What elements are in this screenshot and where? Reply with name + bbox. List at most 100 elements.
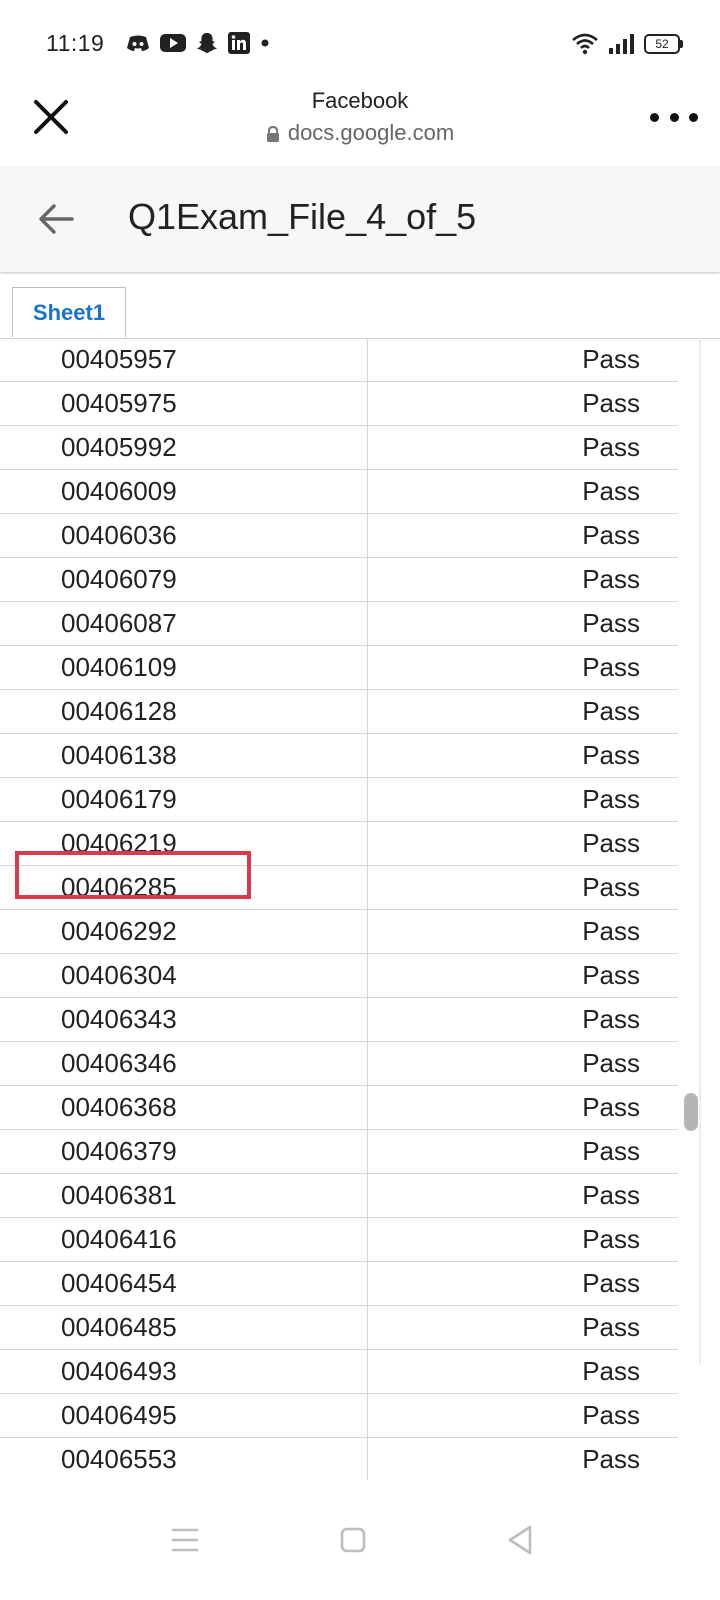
status-time: 11:19 <box>46 30 105 56</box>
table-row: 00405992 Pass <box>0 426 678 470</box>
table-row: 00406109 Pass <box>0 646 678 690</box>
cell-id[interactable]: 00405957 <box>0 338 368 381</box>
cell-id[interactable]: 00406495 <box>0 1394 368 1437</box>
table-row: 00406416 Pass <box>0 1218 678 1262</box>
cell-id[interactable]: 00406379 <box>0 1130 368 1173</box>
table-row: 00406553 Pass <box>0 1438 678 1480</box>
cell-result[interactable]: Pass <box>368 1042 678 1085</box>
cell-id[interactable]: 00406285 <box>0 866 368 909</box>
tab-sheet1[interactable]: Sheet1 <box>12 287 126 337</box>
cell-result[interactable]: Pass <box>368 734 678 777</box>
table-row: 00406179 Pass <box>0 778 678 822</box>
cell-result[interactable]: Pass <box>368 778 678 821</box>
table-row: 00406379 Pass <box>0 1130 678 1174</box>
table-row: 00406381 Pass <box>0 1174 678 1218</box>
cell-result[interactable]: Pass <box>368 1174 678 1217</box>
table-row: 00406087 Pass <box>0 602 678 646</box>
url-display[interactable]: docs.google.com <box>0 120 720 146</box>
cell-result[interactable]: Pass <box>368 646 678 689</box>
cell-result[interactable]: Pass <box>368 998 678 1041</box>
cell-id[interactable]: 00406079 <box>0 558 368 601</box>
cell-result[interactable]: Pass <box>368 1306 678 1349</box>
cell-id[interactable]: 00406138 <box>0 734 368 777</box>
cell-result[interactable]: Pass <box>368 1394 678 1437</box>
table-row: 00406079 Pass <box>0 558 678 602</box>
discord-icon <box>127 35 149 51</box>
cell-result[interactable]: Pass <box>368 338 678 381</box>
notification-dot-icon <box>261 39 269 47</box>
table-row: 00406343 Pass <box>0 998 678 1042</box>
cell-id[interactable]: 00406493 <box>0 1350 368 1393</box>
status-bar: 11:19 52 <box>0 0 720 80</box>
back-icon <box>508 1525 532 1555</box>
cell-result[interactable]: Pass <box>368 602 678 645</box>
table-row: 00406485 Pass <box>0 1306 678 1350</box>
cell-id[interactable]: 00406179 <box>0 778 368 821</box>
scrollbar-thumb[interactable] <box>684 1093 698 1131</box>
table-row: 00406346 Pass <box>0 1042 678 1086</box>
cell-id[interactable]: 00406009 <box>0 470 368 513</box>
more-options-button[interactable] <box>650 104 698 130</box>
table-row: 00406009 Pass <box>0 470 678 514</box>
cell-id[interactable]: 00405992 <box>0 426 368 469</box>
cell-result[interactable]: Pass <box>368 382 678 425</box>
cell-id[interactable]: 00406219 <box>0 822 368 865</box>
cell-id[interactable]: 00406343 <box>0 998 368 1041</box>
cell-id[interactable]: 00406036 <box>0 514 368 557</box>
cell-id[interactable]: 00406304 <box>0 954 368 997</box>
scroll-track <box>699 338 701 1364</box>
cell-result[interactable]: Pass <box>368 470 678 513</box>
recent-apps-button[interactable] <box>163 1518 207 1562</box>
table-row: 00406304 Pass <box>0 954 678 998</box>
cell-result[interactable]: Pass <box>368 690 678 733</box>
cell-result[interactable]: Pass <box>368 1350 678 1393</box>
cell-id[interactable]: 00405975 <box>0 382 368 425</box>
home-button[interactable] <box>331 1518 375 1562</box>
system-icons: 52 <box>572 30 683 58</box>
table-row: 00406128 Pass <box>0 690 678 734</box>
more-dot-icon <box>689 112 698 122</box>
more-dot-icon <box>650 112 659 122</box>
cell-result[interactable]: Pass <box>368 910 678 953</box>
table-row: 00405975 Pass <box>0 382 678 426</box>
cell-result[interactable]: Pass <box>368 1086 678 1129</box>
cell-result[interactable]: Pass <box>368 1130 678 1173</box>
table-row: 00406219 Pass <box>0 822 678 866</box>
cell-result[interactable]: Pass <box>368 954 678 997</box>
cell-id[interactable]: 00406553 <box>0 1438 368 1480</box>
table-row: 00406285 Pass <box>0 866 678 910</box>
cell-id[interactable]: 00406292 <box>0 910 368 953</box>
cell-id[interactable]: 00406087 <box>0 602 368 645</box>
document-title: Q1Exam_File_4_of_5 <box>128 196 477 237</box>
table-row: 00406368 Pass <box>0 1086 678 1130</box>
menu-icon <box>171 1528 199 1552</box>
spreadsheet-grid[interactable]: 00405957 Pass 00405975 Pass 00405992 Pass 0040… <box>0 338 678 1480</box>
table-row: 00406454 Pass <box>0 1262 678 1306</box>
cell-result[interactable]: Pass <box>368 1438 678 1480</box>
cell-result[interactable]: Pass <box>368 866 678 909</box>
cell-id[interactable]: 00406416 <box>0 1218 368 1261</box>
signal-icon <box>609 34 634 54</box>
cell-result[interactable]: Pass <box>368 558 678 601</box>
cell-result[interactable]: Pass <box>368 514 678 557</box>
cell-result[interactable]: Pass <box>368 426 678 469</box>
cell-id[interactable]: 00406381 <box>0 1174 368 1217</box>
system-back-button[interactable] <box>499 1518 543 1562</box>
table-row: 00406495 Pass <box>0 1394 678 1438</box>
lock-icon <box>266 125 279 142</box>
cell-result[interactable]: Pass <box>368 822 678 865</box>
system-navigation-bar <box>0 1480 720 1600</box>
cell-id[interactable]: 00406454 <box>0 1262 368 1305</box>
youtube-icon <box>160 34 186 52</box>
browser-page-title: Facebook <box>311 88 409 113</box>
cell-result[interactable]: Pass <box>368 1262 678 1305</box>
cell-id[interactable]: 00406128 <box>0 690 368 733</box>
cell-id[interactable]: 00406368 <box>0 1086 368 1129</box>
cell-id[interactable]: 00406346 <box>0 1042 368 1085</box>
more-dot-icon <box>669 112 679 122</box>
back-button[interactable] <box>36 199 76 239</box>
notification-icons <box>126 32 270 54</box>
cell-result[interactable]: Pass <box>368 1218 678 1261</box>
cell-id[interactable]: 00406485 <box>0 1306 368 1349</box>
cell-id[interactable]: 00406109 <box>0 646 368 689</box>
